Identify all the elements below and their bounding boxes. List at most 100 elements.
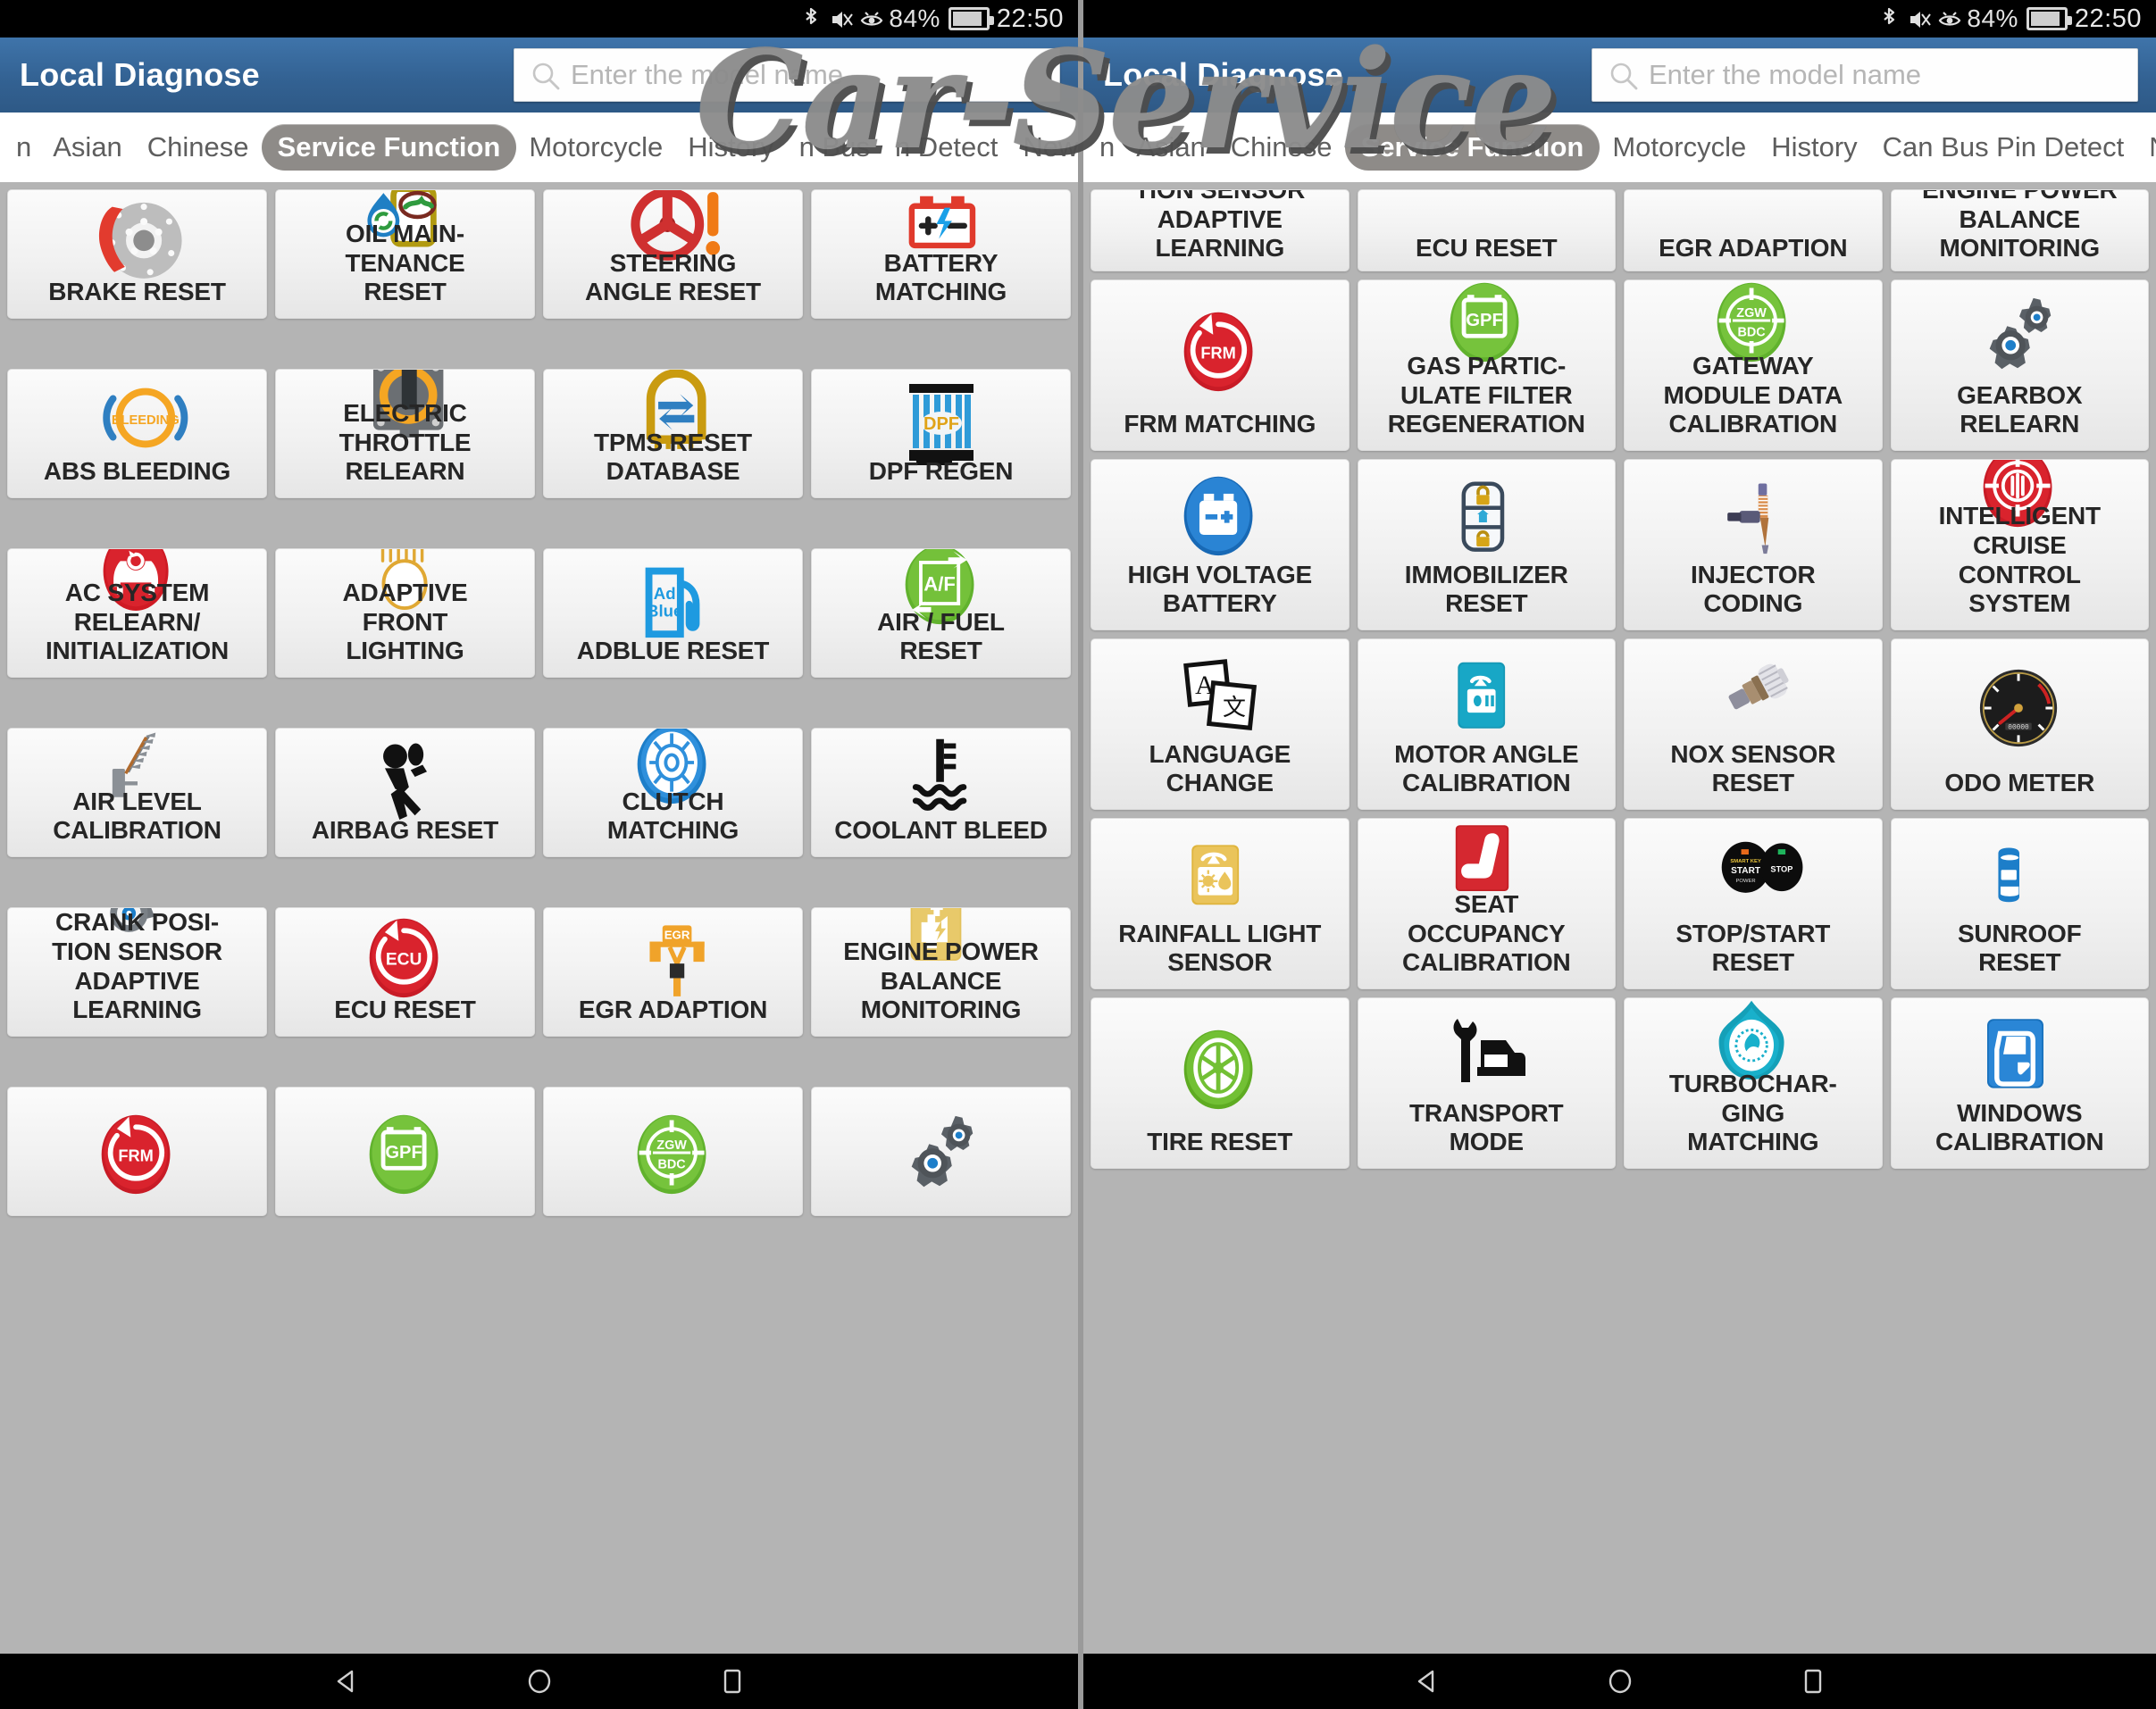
turbocharger-icon bbox=[1630, 1000, 1876, 1080]
tile-airbag-reset[interactable]: AIRBAG RESET bbox=[275, 728, 535, 857]
service-function-grid-right: TION SENSORADAPTIVELEARNINGECUECU RESETE… bbox=[1083, 182, 2156, 1169]
tile-nox-sensor-reset[interactable]: NOX SENSOR RESET bbox=[1624, 638, 1883, 810]
tab-chinese[interactable]: Chinese bbox=[1218, 124, 1345, 171]
tab-motorcycle[interactable]: Motorcycle bbox=[516, 124, 675, 171]
tab-n[interactable]: n bbox=[1098, 124, 1124, 171]
tab-new-energy[interactable]: New Energy bbox=[1010, 124, 1078, 171]
tile-gateway-module-data-calibration[interactable]: ZGW BDC GATEWAY MODULE DATA CALIBRATION bbox=[1624, 279, 1883, 451]
tile-label: CLUTCH MATCHING bbox=[606, 787, 740, 845]
home-circle-icon[interactable] bbox=[523, 1665, 556, 1697]
tile-frm-matching[interactable]: FRM FRM MATCHING bbox=[1091, 279, 1350, 451]
tile-egr-adaption[interactable]: EGREGR ADAPTION bbox=[543, 907, 803, 1037]
tile-label: EGR ADAPTION bbox=[1659, 234, 1848, 263]
tab-new-energy[interactable]: New Energy bbox=[2136, 124, 2156, 171]
tile-motor-angle-calibration[interactable]: MOTOR ANGLE CALIBRATION bbox=[1357, 638, 1616, 810]
back-triangle-icon[interactable] bbox=[330, 1665, 363, 1697]
tile-odo-meter[interactable]: 00000 ODO METER bbox=[1890, 638, 2149, 810]
tile-stop-start-reset[interactable]: SMART KEY START POWER STOP STOP/START RESET bbox=[1624, 818, 1883, 989]
tile-label: ENGINE POWER BALANCE MONITORING bbox=[843, 937, 1039, 1024]
tile-adaptive-front-lighting[interactable]: ADAPTIVE FRONT LIGHTING bbox=[275, 548, 535, 678]
tpms-tire-icon bbox=[549, 370, 797, 449]
tile-ecu-reset[interactable]: ECUECU RESET bbox=[275, 907, 535, 1037]
tab-n-detect[interactable]: n Detect bbox=[882, 124, 1010, 171]
tile-tire-reset[interactable]: TIRE RESET bbox=[1091, 997, 1350, 1169]
tile-turbochar-ging-matching[interactable]: TURBOCHAR- GING MATCHING bbox=[1624, 997, 1883, 1169]
ecu-reset-icon: ECU bbox=[281, 917, 529, 998]
tile-intelligent-cruise-control-system[interactable]: INTELLIGENT CRUISE CONTROL SYSTEM bbox=[1890, 459, 2149, 630]
tile-language-change[interactable]: A 文 LANGUAGE CHANGE bbox=[1091, 638, 1350, 810]
tab-n-bus[interactable]: n Bus bbox=[787, 124, 882, 171]
android-nav-bar[interactable] bbox=[0, 1654, 1078, 1709]
tile-tpms-reset-database[interactable]: TPMS RESET DATABASE bbox=[543, 369, 803, 498]
tab-strip-left[interactable]: n Asian Chinese Service Function Motorcycle H… bbox=[0, 113, 1078, 182]
tile-label: RAINFALL LIGHT SENSOR bbox=[1118, 919, 1322, 977]
tile-air-level-calibration[interactable]: AIR LEVEL CALIBRATION bbox=[7, 728, 267, 857]
tile-gearbox-gears-icon[interactable] bbox=[811, 1087, 1071, 1216]
android-nav-bar[interactable] bbox=[1083, 1654, 2156, 1709]
tile-clutch-matching[interactable]: CLUTCH MATCHING bbox=[543, 728, 803, 857]
tab-n[interactable]: n bbox=[14, 124, 40, 171]
tab-chinese[interactable]: Chinese bbox=[135, 124, 262, 171]
tile-air-fuel-reset[interactable]: A/F AIR / FUEL RESET bbox=[811, 548, 1071, 678]
tile-gearbox-relearn[interactable]: GEARBOX RELEARN bbox=[1890, 279, 2149, 451]
tile-gas-partic-ulate-filter-regeneration[interactable]: GPF GAS PARTIC- ULATE FILTER REGENERATION bbox=[1357, 279, 1616, 451]
svg-text:BDC: BDC bbox=[1737, 325, 1765, 339]
tile-label: NOX SENSOR RESET bbox=[1670, 739, 1836, 797]
gearbox-gears-icon bbox=[1897, 289, 2143, 381]
coolant-temp-icon bbox=[817, 738, 1065, 816]
tile-gpf-icon[interactable]: GPF bbox=[275, 1087, 535, 1216]
tab-history[interactable]: History bbox=[1759, 124, 1869, 171]
tile-steering-angle-reset[interactable]: STEERING ANGLE RESET bbox=[543, 189, 803, 319]
tile-adblue-reset[interactable]: Ad Blue ADBLUE RESET bbox=[543, 548, 803, 678]
tile-sunroof-reset[interactable]: SUNROOF RESET bbox=[1890, 818, 2149, 989]
tile-high-voltage-battery[interactable]: HIGH VOLTAGE BATTERY bbox=[1091, 459, 1350, 630]
tile-brake-reset[interactable]: BRAKE RESET bbox=[7, 189, 267, 319]
status-icons: 84% bbox=[1878, 4, 2072, 33]
tile-engine-power-balance-monitoring[interactable]: ENGINE POWER BALANCE MONITORING bbox=[811, 907, 1071, 1037]
tile-crank-posi-tion-sensor-adaptive-learning[interactable]: CRANK POSI- TION SENSOR ADAPTIVE LEARNING bbox=[7, 907, 267, 1037]
tab-service-function[interactable]: Service Function bbox=[1344, 124, 1600, 171]
svg-text:ECU: ECU bbox=[385, 951, 422, 970]
tab-can-bus-pin-detect[interactable]: Can Bus Pin Detect bbox=[1870, 124, 2137, 171]
tile-label: CRANK POSI- TION SENSOR ADAPTIVE LEARNING bbox=[52, 908, 222, 1024]
egr-valve-icon: EGR bbox=[549, 917, 797, 997]
tile-zgw-bdc-icon[interactable]: ZGW BDC bbox=[543, 1087, 803, 1216]
tile-frm-matching-icon[interactable]: FRM bbox=[7, 1087, 267, 1216]
tile-dpf-regen[interactable]: DPF DPF REGEN bbox=[811, 369, 1071, 498]
recents-square-icon[interactable] bbox=[716, 1665, 748, 1697]
bluetooth-icon bbox=[1878, 6, 1900, 31]
tile-oil-main-tenance-reset[interactable]: OIL MAIN- TENANCE RESET bbox=[275, 189, 535, 319]
tile-battery-matching[interactable]: BATTERY MATCHING bbox=[811, 189, 1071, 319]
tab-motorcycle[interactable]: Motorcycle bbox=[1600, 124, 1759, 171]
tile-ac-system-relearn-initialization[interactable]: AC SYSTEM RELEARN/INITIALIZATION bbox=[7, 548, 267, 678]
tab-strip-right[interactable]: n Asian Chinese Service Function Motorcycle H… bbox=[1083, 113, 2156, 182]
tab-asian[interactable]: Asian bbox=[40, 124, 135, 171]
tab-history[interactable]: History bbox=[675, 124, 786, 171]
tab-asian[interactable]: Asian bbox=[1124, 124, 1218, 171]
tile-injector-coding[interactable]: INJECTOR CODING bbox=[1624, 459, 1883, 630]
tile-transport-mode[interactable]: TRANSPORT MODE bbox=[1357, 997, 1616, 1169]
tile-label: HIGH VOLTAGE BATTERY bbox=[1127, 560, 1313, 618]
tile-label: OIL MAIN- TENANCE RESET bbox=[345, 219, 465, 306]
home-circle-icon[interactable] bbox=[1604, 1665, 1636, 1697]
tile-label: AC SYSTEM RELEARN/INITIALIZATION bbox=[45, 578, 230, 665]
tab-service-function[interactable]: Service Function bbox=[261, 124, 517, 171]
search-input[interactable]: Enter the model name bbox=[1592, 48, 2138, 102]
search-input[interactable]: Enter the model name bbox=[514, 48, 1060, 102]
tile-abs-bleeding[interactable]: BLEEDING ABS BLEEDING bbox=[7, 369, 267, 498]
air-suspension-sensor-icon bbox=[13, 732, 261, 797]
recents-square-icon[interactable] bbox=[1797, 1665, 1829, 1697]
car-seat-icon bbox=[1364, 825, 1610, 891]
tile-seat-occupancy-calibration[interactable]: SEAT OCCUPANCY CALIBRATION bbox=[1357, 818, 1616, 989]
tile-tion-sensor-adaptive-learning[interactable]: TION SENSOR ADAPTIVE LEARNING bbox=[1091, 189, 1350, 271]
tile-electric-throttle-relearn[interactable]: ELECTRIC THROTTLE RELEARN bbox=[275, 369, 535, 498]
tile-engine-power-balance-monitoring[interactable]: ENGINE POWER BALANCE MONITORING bbox=[1890, 189, 2149, 271]
tile-egr-adaption[interactable]: EGREGR ADAPTION bbox=[1624, 189, 1883, 271]
tile-coolant-bleed[interactable]: COOLANT BLEED bbox=[811, 728, 1071, 857]
tile-immobilizer-reset[interactable]: IMMOBILIZER RESET bbox=[1357, 459, 1616, 630]
ac-car-reset-icon bbox=[13, 549, 261, 612]
tile-windows-calibration[interactable]: WINDOWS CALIBRATION bbox=[1890, 997, 2149, 1169]
back-triangle-icon[interactable] bbox=[1411, 1665, 1443, 1697]
tile-rainfall-light-sensor[interactable]: RAINFALL LIGHT SENSOR bbox=[1091, 818, 1350, 989]
tile-ecu-reset[interactable]: ECUECU RESET bbox=[1357, 189, 1616, 271]
